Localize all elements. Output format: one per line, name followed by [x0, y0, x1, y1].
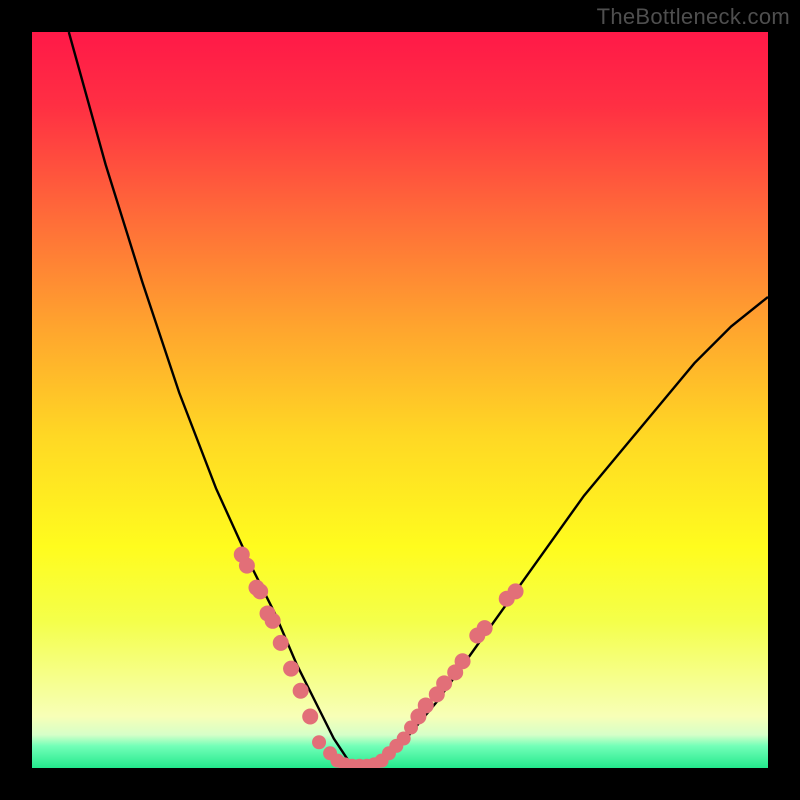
- data-dot: [312, 735, 326, 749]
- outer-frame: TheBottleneck.com: [0, 0, 800, 800]
- data-dot: [293, 683, 309, 699]
- plot-area: [32, 32, 768, 768]
- watermark-text: TheBottleneck.com: [597, 4, 790, 30]
- data-dot: [239, 558, 255, 574]
- data-dot: [265, 613, 281, 629]
- chart-background: [32, 32, 768, 768]
- bottleneck-chart: [32, 32, 768, 768]
- data-dot: [477, 620, 493, 636]
- data-dot: [508, 583, 524, 599]
- data-dot: [302, 708, 318, 724]
- data-dot: [252, 583, 268, 599]
- data-dot: [455, 653, 471, 669]
- data-dot: [283, 661, 299, 677]
- data-dot: [273, 635, 289, 651]
- data-dot: [404, 721, 418, 735]
